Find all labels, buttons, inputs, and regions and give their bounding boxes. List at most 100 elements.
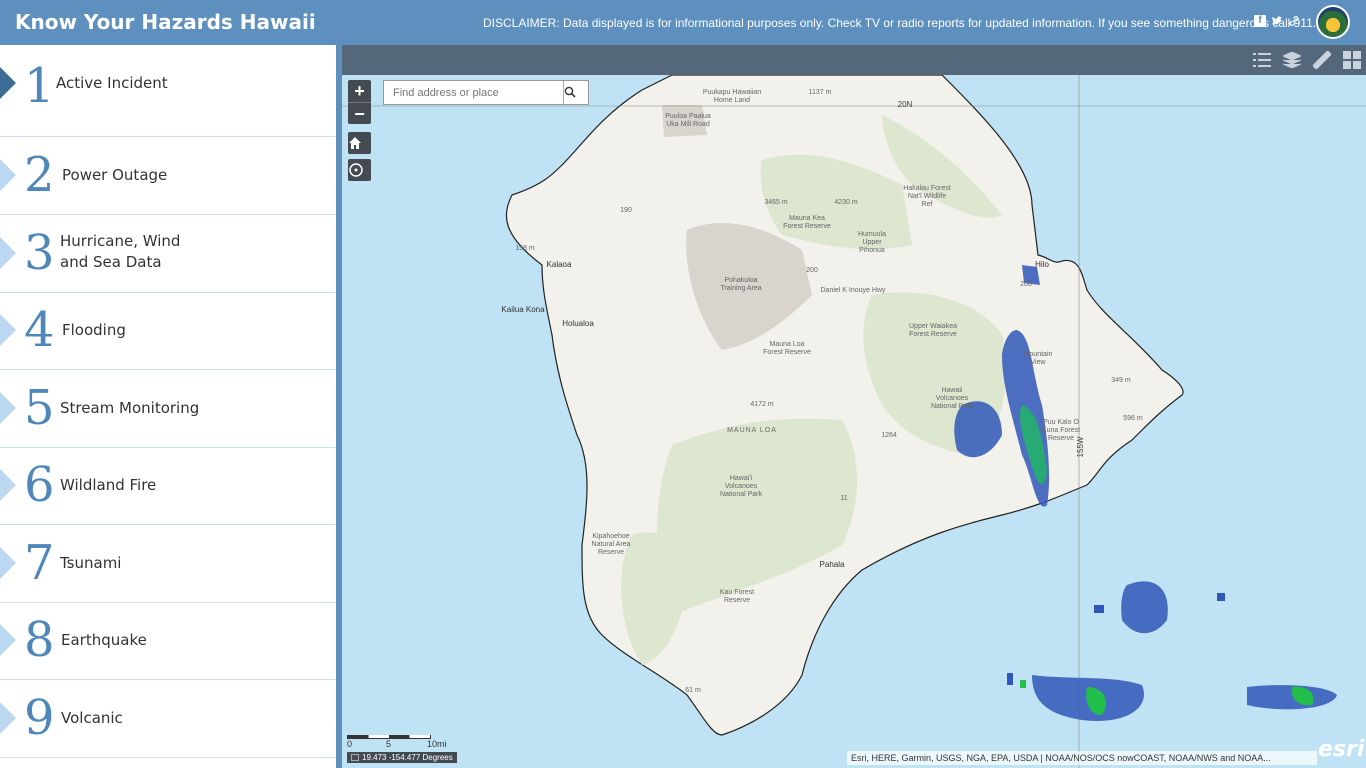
map-view[interactable]: Puukapu Hawaiian Home Land 1137 m 20N Pu… <box>342 75 1366 768</box>
map-label-maunakea: Mauna Kea Forest Reserve <box>783 215 831 230</box>
map-label-elevation: 4172 m <box>750 401 774 408</box>
map-attribution: Esri, HERE, Garmin, USGS, NGA, EPA, USDA… <box>847 751 1317 765</box>
item-label: Stream Monitoring <box>60 399 200 417</box>
map-label-route: 208 <box>1020 281 1032 288</box>
map-label-elevation: 158 m <box>515 245 535 252</box>
coordinate-toggle-icon[interactable] <box>351 754 359 761</box>
coordinate-text: 19.473 -154.477 Degrees <box>362 753 453 762</box>
map-label-highway: Daniel K Inouye Hwy <box>820 287 886 294</box>
map-label-hvnp: Hawaii Volcanoes National Park <box>930 387 974 410</box>
disclaimer-text: DISCLAIMER: Data displayed is for inform… <box>483 16 1317 30</box>
zoom-out-button[interactable]: − <box>348 102 371 124</box>
active-arrow-icon <box>0 67 16 99</box>
arrow-icon <box>0 314 16 346</box>
sidebar-item-tsunami[interactable]: 7 Tsunami <box>0 525 336 603</box>
map-label-kalaoa: Kalaoa <box>546 260 572 269</box>
item-number: 2 <box>24 147 55 203</box>
map-label-elevation: 3465 m <box>764 199 788 206</box>
coordinate-readout: 19.473 -154.477 Degrees <box>347 752 457 763</box>
item-label: Power Outage <box>62 166 168 184</box>
map-label-maunaloa-fr: Mauna Loa Forest Reserve <box>763 341 811 356</box>
zoom-control: + − <box>348 80 371 124</box>
map-label-elevation: 1137 m <box>808 89 832 96</box>
social-links: f <box>1254 15 1300 27</box>
map-label-pahala: Pahala <box>819 560 845 569</box>
item-label: Volcanic <box>61 709 123 727</box>
sidebar-item-stream-monitoring[interactable]: 5 Stream Monitoring <box>0 370 336 448</box>
map-label-elevation: 61 m <box>685 687 701 694</box>
link-icon[interactable] <box>1288 15 1300 27</box>
item-number: 1 <box>24 58 55 114</box>
map-label-pualua: Puuloa Paalua Uka Mill Road <box>665 113 711 128</box>
zoom-in-button[interactable]: + <box>348 80 371 102</box>
home-button[interactable] <box>348 132 371 154</box>
home-icon <box>349 137 361 149</box>
map-label-mountainview: Mountain View <box>1023 351 1053 366</box>
map-label-lon155: 155W <box>1076 436 1085 458</box>
item-number: 9 <box>24 690 55 746</box>
search-icon <box>564 86 576 98</box>
map-label-maunaloa: MAUNA LOA <box>727 427 777 434</box>
sidebar-item-power-outage[interactable]: 2 Power Outage <box>0 137 336 215</box>
map-label-lat20: 20N <box>897 100 913 109</box>
esri-logo: esri <box>1318 737 1365 762</box>
legend-icon[interactable] <box>1247 45 1277 75</box>
item-label: Active Incident <box>56 74 168 92</box>
map-label-pohakuloa: Pohakuloa Training Area <box>720 277 762 292</box>
map-label-route: 190 <box>620 207 632 214</box>
item-number: 5 <box>24 380 55 436</box>
item-number: 6 <box>24 457 55 513</box>
map-label-kau: Kau Forest Reserve <box>719 589 755 604</box>
map-label-kipahoehoe: Kipahoehoe Natural Area Reserve <box>591 533 631 556</box>
map-label-hilo: Hilo <box>1035 260 1049 269</box>
item-label: Wildland Fire <box>60 476 157 494</box>
hawaii-seal-logo <box>1316 5 1350 39</box>
map-label-elevation: 4230 m <box>834 199 858 206</box>
item-label: Hurricane, Wind and Sea Data <box>60 232 181 271</box>
scale-label: 5 <box>386 739 392 749</box>
arrow-icon <box>0 702 16 734</box>
sidebar-item-wildland-fire[interactable]: 6 Wildland Fire <box>0 448 336 525</box>
item-number: 4 <box>24 302 55 358</box>
scale-label: 10mi <box>427 739 447 749</box>
sidebar-item-volcanic[interactable]: 9 Volcanic <box>0 680 336 758</box>
item-number: 3 <box>24 225 55 281</box>
search-input[interactable] <box>384 81 563 104</box>
item-label: Tsunami <box>60 554 122 572</box>
basemap-gallery-icon[interactable] <box>1337 45 1366 75</box>
map-label-hvnp2: Hawai'i Volcanoes National Park <box>719 475 763 498</box>
search-widget <box>383 80 589 105</box>
scale-bar: 0 5 10mi <box>347 735 447 749</box>
arrow-icon <box>0 624 16 656</box>
map-label-route: 200 <box>806 267 818 274</box>
layers-icon[interactable] <box>1277 45 1307 75</box>
sidebar-item-hurricane[interactable]: 3 Hurricane, Wind and Sea Data <box>0 215 336 293</box>
measure-icon[interactable] <box>1307 45 1337 75</box>
scale-label: 0 <box>347 739 353 749</box>
twitter-icon[interactable] <box>1271 15 1283 27</box>
arrow-icon <box>0 237 16 269</box>
map-label-puukapu: Puukapu Hawaiian Home Land <box>702 89 762 104</box>
item-label: Flooding <box>62 321 126 339</box>
sidebar-item-flooding[interactable]: 4 Flooding <box>0 293 336 370</box>
map-label-waiakea: Upper Waiakea Forest Reserve <box>909 323 957 338</box>
app-header: Know Your Hazards Hawaii DISCLAIMER: Dat… <box>0 0 1366 45</box>
locate-button[interactable] <box>348 159 371 181</box>
map-label-humuula: Humuula Upper Pihonua <box>857 231 886 254</box>
map-label-elevation: 1264 <box>881 432 897 439</box>
search-button[interactable] <box>563 81 588 104</box>
map-label-holualoa: Holualoa <box>562 319 594 328</box>
arrow-icon <box>0 159 16 191</box>
map-basemap <box>342 75 1366 768</box>
map-toolbar <box>342 45 1366 75</box>
arrow-icon <box>0 547 16 579</box>
facebook-icon[interactable]: f <box>1254 15 1266 27</box>
map-label-elevation: 349 m <box>1111 377 1131 384</box>
item-label: Earthquake <box>61 631 147 649</box>
map-label-route: 11 <box>840 495 848 502</box>
sidebar-item-active-incident[interactable]: 1 Active Incident <box>0 45 336 137</box>
arrow-icon <box>0 392 16 424</box>
sidebar-item-earthquake[interactable]: 8 Earthquake <box>0 603 336 680</box>
item-number: 7 <box>24 535 55 591</box>
app-title: Know Your Hazards Hawaii <box>15 10 316 34</box>
